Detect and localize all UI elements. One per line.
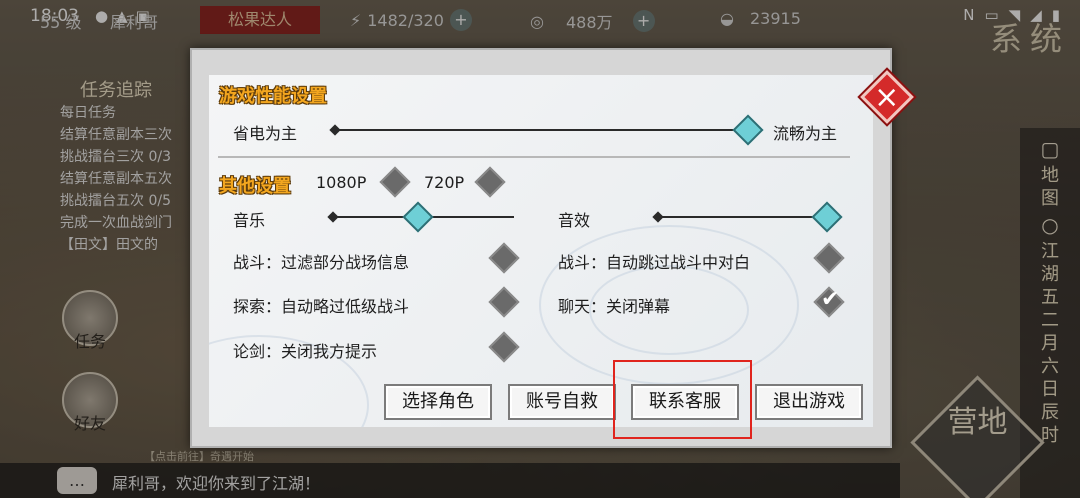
music-label: 音乐: [233, 211, 266, 230]
res-720-label: 720P: [424, 173, 465, 192]
sfx-slider-track[interactable]: [652, 211, 827, 223]
option-skip-low-battle: 探索：自动略过低级战斗: [233, 297, 410, 316]
power-save-label: 省电为主: [233, 124, 298, 143]
option-close-ally-tips: 论剑：关闭我方提示: [233, 342, 378, 361]
smooth-label: 流畅为主: [773, 124, 838, 143]
exit-game-button[interactable]: 退出游戏: [755, 384, 863, 420]
account-rescue-button[interactable]: 账号自救: [508, 384, 616, 420]
option-close-danmaku: 聊天：关闭弹幕: [558, 297, 671, 316]
performance-section-title: 游戏性能设置: [219, 86, 327, 107]
checkmark-icon: ✔: [820, 287, 840, 313]
sfx-label: 音效: [558, 211, 591, 230]
select-role-button[interactable]: 选择角色: [384, 384, 492, 420]
section-divider: [218, 156, 850, 158]
res-1080-label: 1080P: [316, 173, 367, 192]
close-icon: ×: [874, 80, 900, 116]
option-skip-dialogue: 战斗：自动跳过战斗中对白: [558, 253, 751, 272]
highlight-box: [613, 360, 752, 439]
other-section-title: 其他设置: [219, 176, 291, 197]
option-filter-battle-info: 战斗：过滤部分战场信息: [233, 253, 410, 272]
performance-slider-track[interactable]: [329, 124, 748, 136]
